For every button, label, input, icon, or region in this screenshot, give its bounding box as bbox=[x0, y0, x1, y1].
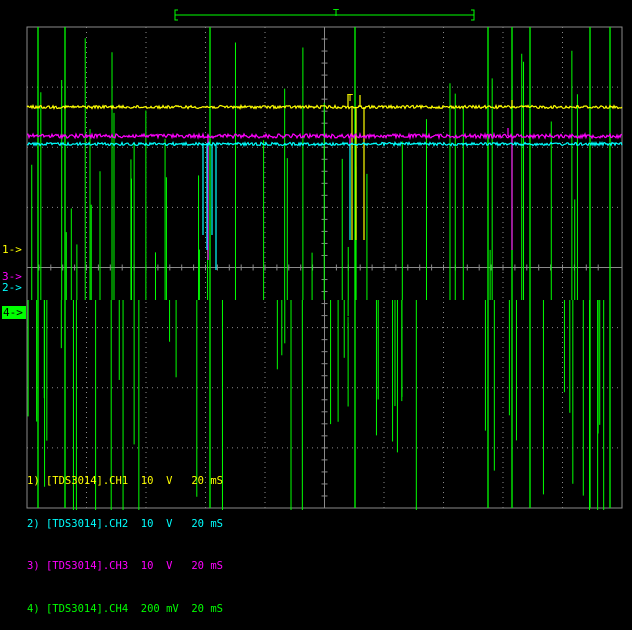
legend-ch1: 1) [TDS3014].CH1 10 V 20 mS bbox=[27, 475, 223, 488]
trigger-marker-top: T bbox=[333, 8, 339, 19]
trigger-point-marker: T bbox=[346, 315, 352, 326]
legend-ch2: 2) [TDS3014].CH2 10 V 20 mS bbox=[27, 517, 223, 530]
ch4-marker: 4-> bbox=[2, 306, 26, 319]
trigger-position-bar: T bbox=[174, 8, 475, 21]
channel-legend: 1) [TDS3014].CH1 10 V 20 mS 2) [TDS3014]… bbox=[27, 446, 223, 630]
trigger-level-marker: T bbox=[347, 93, 353, 104]
legend-ch4: 4) [TDS3014].CH4 200 mV 20 mS bbox=[27, 602, 223, 615]
oscilloscope-screen: T T T bbox=[26, 8, 623, 510]
ch2-marker: 2-> bbox=[2, 281, 22, 294]
legend-ch3: 3) [TDS3014].CH3 10 V 20 mS bbox=[27, 560, 223, 573]
ch1-marker: 1-> bbox=[2, 243, 22, 256]
